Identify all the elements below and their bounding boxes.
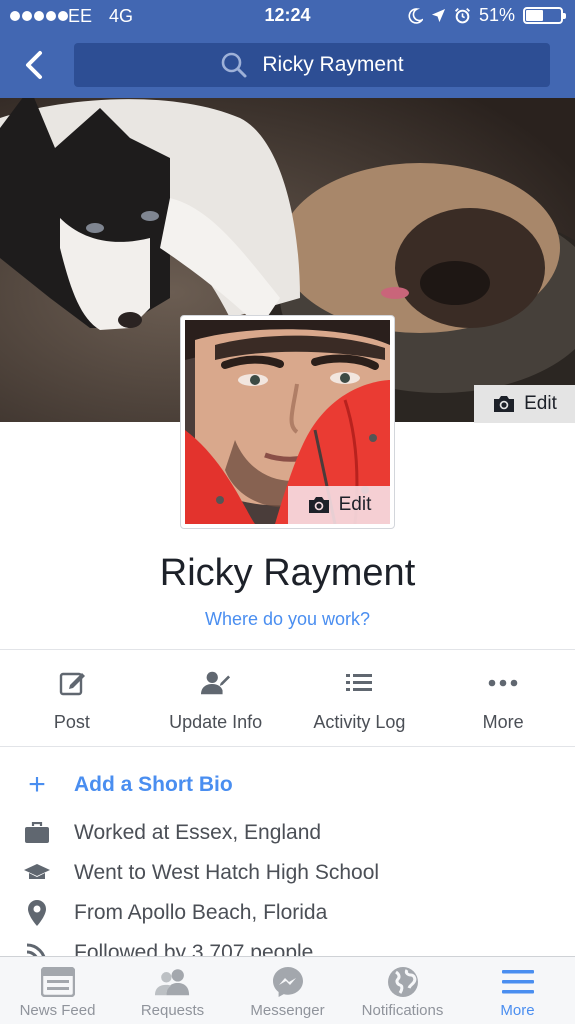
edit-cover-label: Edit — [524, 393, 557, 414]
search-icon — [222, 52, 247, 78]
messenger-icon — [270, 966, 306, 998]
do-not-disturb-moon-icon — [408, 7, 423, 24]
more-actions-button[interactable]: More — [431, 650, 575, 746]
plus-icon: + — [28, 768, 46, 801]
edit-profile-picture-button[interactable]: Edit — [288, 486, 390, 524]
alarm-clock-icon — [454, 7, 470, 24]
tab-notifications[interactable]: Notifications — [345, 957, 460, 1024]
profile-name: Ricky Rayment — [159, 552, 416, 594]
intro-hometown-text: From Apollo Beach, Florida — [74, 901, 328, 924]
tab-notifications-label: Notifications — [361, 1002, 444, 1019]
top-navigation-bar: EE 4G 12:24 51% Ricky Rayment — [0, 0, 575, 98]
graduation-cap-icon — [24, 860, 50, 886]
intro-item-work[interactable]: Worked at Essex, England — [24, 820, 321, 846]
add-short-bio-label: Add a Short Bio — [74, 773, 233, 796]
chevron-left-icon — [26, 51, 42, 79]
tab-requests[interactable]: Requests — [115, 957, 230, 1024]
person-edit-icon — [200, 668, 231, 698]
status-right-group: 51% — [407, 5, 566, 26]
tab-more-label: More — [500, 1002, 535, 1019]
search-query: Ricky Rayment — [262, 53, 404, 76]
profile-picture[interactable]: Edit — [180, 315, 395, 529]
tab-news-feed[interactable]: News Feed — [0, 957, 115, 1024]
more-dots-icon — [488, 668, 518, 698]
search-bar[interactable]: Ricky Rayment — [74, 43, 550, 87]
tab-messenger[interactable]: Messenger — [230, 957, 345, 1024]
hamburger-icon — [500, 966, 536, 998]
edit-square-icon — [57, 668, 87, 698]
friends-icon — [154, 966, 191, 998]
tab-more[interactable]: More — [460, 957, 575, 1024]
globe-icon — [385, 966, 421, 998]
more-actions-label: More — [482, 712, 524, 732]
location-pin-icon — [24, 900, 50, 926]
edit-cover-photo-button[interactable]: Edit — [474, 385, 575, 423]
profile-picture-frame: Edit — [185, 320, 390, 524]
update-info-label: Update Info — [169, 712, 263, 732]
activity-log-label: Activity Log — [313, 712, 406, 732]
back-button[interactable] — [18, 48, 52, 82]
update-info-button[interactable]: Update Info — [144, 650, 288, 746]
profile-actions: Post Update Info Activity Log More — [0, 650, 575, 746]
tab-requests-label: Requests — [140, 1002, 205, 1019]
briefcase-icon — [24, 820, 50, 846]
add-work-link[interactable]: Where do you work? — [0, 609, 575, 630]
location-arrow-icon — [431, 8, 446, 23]
intro-item-hometown[interactable]: From Apollo Beach, Florida — [24, 900, 327, 926]
edit-profile-picture-label: Edit — [338, 494, 372, 515]
intro-education-text: Went to West Hatch High School — [74, 861, 380, 884]
tab-messenger-label: Messenger — [250, 1002, 325, 1019]
intro-work-text: Worked at Essex, England — [74, 821, 322, 844]
post-label: Post — [53, 712, 90, 732]
battery-fill — [526, 10, 543, 21]
news-feed-icon — [40, 966, 76, 998]
tab-news-feed-label: News Feed — [19, 1002, 96, 1019]
camera-icon — [494, 396, 515, 412]
add-short-bio-button[interactable]: + Add a Short Bio — [24, 768, 233, 802]
list-icon — [344, 668, 374, 698]
divider — [0, 746, 575, 747]
status-bar: EE 4G 12:24 51% — [0, 0, 575, 34]
battery-percentage: 51% — [478, 5, 515, 25]
bottom-tab-bar: News Feed Requests Messenger Notificatio… — [0, 956, 575, 1024]
post-button[interactable]: Post — [0, 650, 144, 746]
activity-log-button[interactable]: Activity Log — [288, 650, 432, 746]
camera-icon — [308, 497, 329, 513]
intro-item-education[interactable]: Went to West Hatch High School — [24, 860, 379, 886]
battery-icon — [523, 7, 566, 24]
